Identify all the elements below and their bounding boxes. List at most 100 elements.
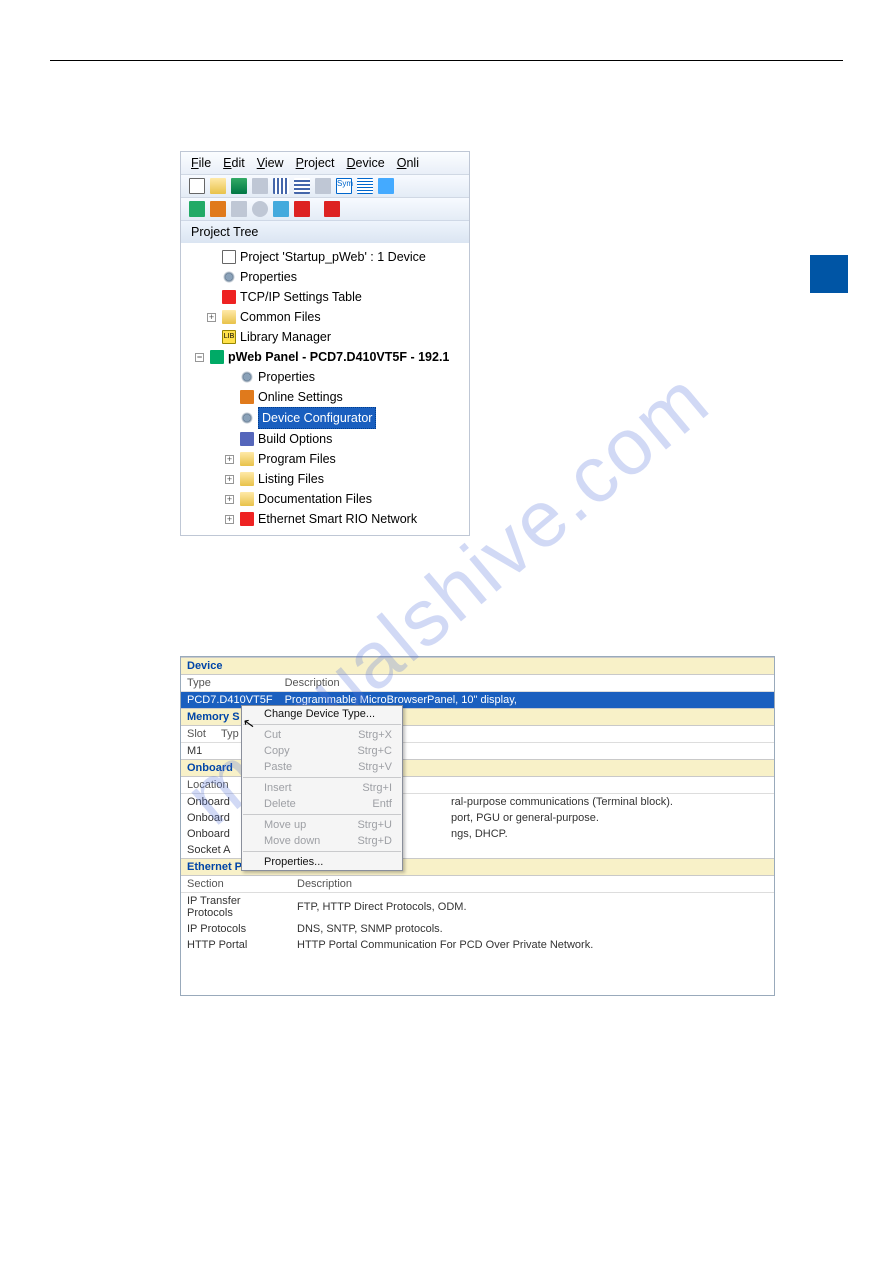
online-icon [240,390,254,404]
tree-properties[interactable]: Properties [189,267,469,287]
project-tree[interactable]: Project 'Startup_pWeb' : 1 Device Proper… [181,243,469,535]
net-icon [222,290,236,304]
expand-icon[interactable]: + [225,475,234,484]
gear-icon [222,270,236,284]
table-icon[interactable] [357,178,373,194]
col-desc: Description [279,675,774,692]
folder-icon [240,472,254,486]
tree-list[interactable]: +Listing Files [189,469,469,489]
expand-icon[interactable]: + [225,495,234,504]
chip-icon[interactable] [378,178,394,194]
ctx-delete: DeleteEntf [242,796,402,812]
tree-label: Project 'Startup_pWeb' : 1 Device [240,247,426,267]
menu-device[interactable]: Device [347,156,385,170]
gear-icon [240,370,254,384]
disabled-icon [252,178,268,194]
tree-label: Program Files [258,449,336,469]
download-icon[interactable] [210,201,226,217]
tool-icon[interactable] [315,178,331,194]
ctx-moveup: Move upStrg+U [242,817,402,833]
expand-icon[interactable]: + [225,515,234,524]
tree-build[interactable]: Build Options [189,429,469,449]
net-icon [240,512,254,526]
folder-icon [240,452,254,466]
new-icon[interactable] [189,178,205,194]
tree-device[interactable]: − pWeb Panel - PCD7.D410VT5F - 192.1 [189,347,469,367]
lib-icon: LIB [222,330,236,344]
folder-icon [240,492,254,506]
collapse-icon[interactable]: − [195,353,204,362]
ctx-paste: PasteStrg+V [242,759,402,775]
monitor-icon[interactable] [273,201,289,217]
expand-icon[interactable]: + [225,455,234,464]
ctx-cut: CutStrg+X [242,727,402,743]
project-icon [222,250,236,264]
refresh-icon [231,201,247,217]
ctx-copy: CopyStrg+C [242,743,402,759]
col-type: Type [181,675,279,692]
ctx-properties[interactable]: Properties... [242,854,402,870]
sym-icon[interactable]: Sym [336,178,352,194]
flag-icon[interactable] [324,201,340,217]
panel-title: Project Tree [181,220,469,243]
table-row[interactable]: IP ProtocolsDNS, SNTP, SNMP protocols. [181,921,774,937]
build-icon [240,432,254,446]
folder-icon [222,310,236,324]
tree-prog[interactable]: + Program Files [189,449,469,469]
table-row[interactable]: HTTP PortalHTTP Portal Communication For… [181,937,774,953]
table-header: TypeDescription [181,675,774,692]
tree-tcpip[interactable]: TCP/IP Settings Table [189,287,469,307]
connect-icon[interactable] [189,201,205,217]
tree-label: Properties [258,367,315,387]
empty-area [181,953,774,995]
ethernet-table[interactable]: SectionDescription IP Transfer Protocols… [181,876,774,953]
context-menu: Change Device Type... CutStrg+X CopyStrg… [241,705,403,871]
menu-file[interactable]: FFileile [191,156,211,170]
toolbar-2 [181,197,469,220]
device-configurator: Device TypeDescription PCD7.D410VT5FProg… [180,656,775,996]
menu-project[interactable]: Project [296,156,335,170]
device-table[interactable]: TypeDescription PCD7.D410VT5FProgrammabl… [181,675,774,708]
expand-icon[interactable]: + [207,313,216,322]
ctx-movedown: Move downStrg+D [242,833,402,849]
tree-label: Online Settings [258,387,343,407]
gear-icon [240,411,254,425]
tree-label: pWeb Panel - PCD7.D410VT5F - 192.1 [228,347,449,367]
tree-label-selected: Device Configurator [258,407,376,429]
table-row[interactable]: IP Transfer ProtocolsFTP, HTTP Direct Pr… [181,893,774,922]
open-icon[interactable] [210,178,226,194]
tree-libmgr[interactable]: LIB Library Manager [189,327,469,347]
tree-doc[interactable]: + Documentation Files [189,489,469,509]
device-icon [210,350,224,364]
tree-online[interactable]: Online Settings [189,387,469,407]
ctx-insert: InsertStrg+I [242,780,402,796]
tree-label: Build Options [258,429,332,449]
separator [243,851,401,852]
tree-common[interactable]: + Common Files [189,307,469,327]
bug-icon[interactable] [294,201,310,217]
separator [243,777,401,778]
grid1-icon[interactable] [273,178,289,194]
tree-eth[interactable]: + Ethernet Smart RIO Network [189,509,469,529]
tree-devcfg[interactable]: Device Configurator [189,407,469,429]
section-device: Device [181,657,774,675]
menu-view[interactable]: View [257,156,284,170]
toolbar-1: Sym [181,174,469,197]
separator [243,724,401,725]
tree-label: Ethernet Smart RIO Network [258,509,417,529]
tree-dev-props[interactable]: Properties [189,367,469,387]
tree-root[interactable]: Project 'Startup_pWeb' : 1 Device [189,247,469,267]
save-all-icon[interactable] [231,178,247,194]
menu-edit[interactable]: Edit [223,156,245,170]
record-icon [252,201,268,217]
ide-window: FFileile Edit View Project Device Onli S… [180,151,470,536]
grid2-icon[interactable] [294,178,310,194]
tree-label: Library Manager [240,327,331,347]
tree-label: Properties [240,267,297,287]
tree-label: Common Files [240,307,321,327]
menu-bar: FFileile Edit View Project Device Onli [181,152,469,174]
tree-label: Documentation Files [258,489,372,509]
separator [243,814,401,815]
menu-online[interactable]: Onli [397,156,419,170]
ctx-change-device[interactable]: Change Device Type... [242,706,402,722]
